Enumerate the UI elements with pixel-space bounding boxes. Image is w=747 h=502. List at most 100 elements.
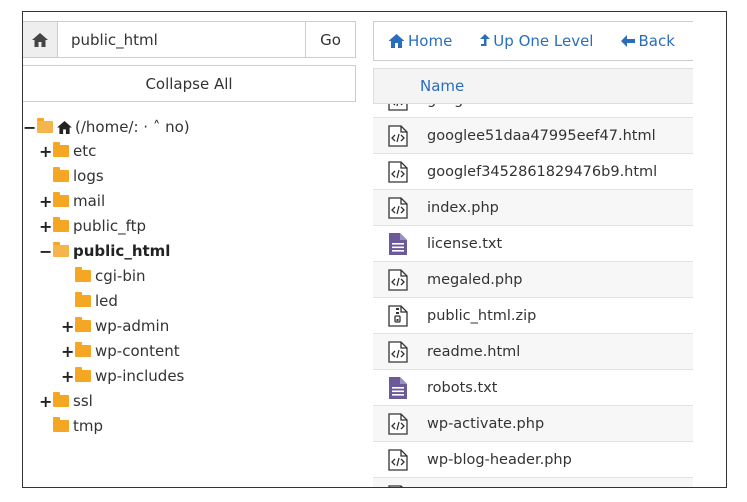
file-name[interactable]: googlee51daa47995eef47.html	[427, 128, 656, 144]
path-input[interactable]	[58, 22, 305, 57]
tree-item-logs[interactable]: logs	[39, 165, 104, 187]
code-file-icon	[383, 340, 413, 363]
home-icon	[388, 34, 405, 48]
folder-open-icon	[53, 242, 69, 257]
file-row[interactable]: googleeb5f0ecebbdeb8b.html	[373, 104, 693, 118]
file-row[interactable]: wp-activate.php	[373, 406, 693, 442]
home-icon	[57, 120, 72, 134]
back-button-label: Back	[638, 32, 675, 50]
tree-item-label: logs	[73, 167, 104, 185]
folder-icon	[53, 192, 69, 207]
file-name[interactable]: robots.txt	[427, 380, 497, 396]
file-row[interactable]: index.php	[373, 190, 693, 226]
file-name[interactable]: googleeb5f0ecebbdeb8b.html	[427, 104, 645, 108]
tree-item-wp-includes[interactable]: + wp-includes	[61, 365, 184, 387]
file-name[interactable]: googlef3452861829476b9.html	[427, 164, 657, 180]
folder-icon	[53, 167, 69, 182]
back-button[interactable]: Back	[621, 32, 675, 50]
expand-toggle[interactable]: +	[39, 392, 52, 411]
collapse-toggle[interactable]: −	[23, 118, 36, 137]
tree-item-mail[interactable]: + mail	[39, 190, 105, 212]
home-addon[interactable]	[23, 22, 58, 57]
folder-icon	[75, 367, 91, 382]
tree-item-label: etc	[73, 142, 97, 160]
folder-icon	[53, 217, 69, 232]
expand-toggle[interactable]: +	[39, 217, 52, 236]
tree-item-label: cgi-bin	[95, 267, 146, 285]
folder-open-icon	[37, 118, 53, 133]
tree-item-label: wp-admin	[95, 317, 170, 335]
file-row[interactable]: public_html.zip	[373, 298, 693, 334]
tree-item-public-ftp[interactable]: + public_ftp	[39, 215, 146, 237]
file-list-pane: Home Up One Level Back Name googleeb5f0e…	[373, 12, 726, 487]
arrow-left-icon	[621, 35, 636, 47]
tree-item-tmp[interactable]: tmp	[39, 415, 103, 437]
tree-item-ssl[interactable]: + ssl	[39, 390, 93, 412]
zip-file-icon	[383, 304, 413, 327]
text-file-icon	[383, 376, 413, 399]
expand-toggle[interactable]: +	[61, 367, 74, 386]
folder-icon	[75, 292, 91, 307]
code-file-icon	[383, 484, 413, 487]
code-file-icon	[383, 196, 413, 219]
name-column-header[interactable]: Name	[420, 77, 464, 95]
file-name[interactable]: wp-blog-header.php	[427, 452, 572, 468]
folder-icon	[53, 142, 69, 157]
home-icon	[32, 32, 48, 47]
tree-item-label: led	[95, 292, 118, 310]
go-button[interactable]: Go	[305, 22, 355, 57]
expand-toggle[interactable]: +	[39, 142, 52, 161]
tree-item-wp-admin[interactable]: + wp-admin	[61, 315, 169, 337]
tree-item-public-html[interactable]: − public_html	[39, 240, 170, 262]
tree-item-etc[interactable]: + etc	[39, 140, 96, 162]
expand-toggle[interactable]: +	[61, 342, 74, 361]
file-row[interactable]: readme.html	[373, 334, 693, 370]
code-file-icon	[383, 104, 413, 111]
file-name[interactable]: megaled.php	[427, 272, 523, 288]
file-manager-window: Go Collapse All − (/home/: · ˄ no) + etc	[22, 11, 727, 488]
file-name[interactable]: public_html.zip	[427, 308, 536, 324]
text-file-icon	[383, 232, 413, 255]
file-name[interactable]: index.php	[427, 200, 499, 216]
tree-item-label: mail	[73, 192, 106, 210]
file-name[interactable]: readme.html	[427, 344, 520, 360]
expand-toggle[interactable]: +	[39, 192, 52, 211]
tree-item-label: tmp	[73, 417, 104, 435]
tree-item-label: public_ftp	[73, 217, 147, 235]
expand-toggle[interactable]: +	[61, 317, 74, 336]
collapse-toggle[interactable]: −	[39, 242, 52, 261]
up-one-level-button[interactable]: Up One Level	[480, 32, 593, 50]
folder-icon	[75, 267, 91, 282]
tree-item-label: wp-includes	[95, 367, 185, 385]
home-button-label: Home	[408, 32, 453, 50]
folder-icon	[75, 317, 91, 332]
file-row[interactable]: wp-blog-header.php	[373, 442, 693, 478]
file-row[interactable]: license.txt	[373, 226, 693, 262]
file-row[interactable]: megaled.php	[373, 262, 693, 298]
up-one-level-label: Up One Level	[493, 32, 594, 50]
file-name[interactable]: license.txt	[427, 236, 502, 252]
tree-item-wp-content[interactable]: + wp-content	[61, 340, 180, 362]
file-row[interactable]: googlee51daa47995eef47.html	[373, 118, 693, 154]
code-file-icon	[383, 412, 413, 435]
tree-item-cgi-bin[interactable]: cgi-bin	[61, 265, 146, 287]
home-button[interactable]: Home	[388, 32, 452, 50]
directory-tree-pane: Go Collapse All − (/home/: · ˄ no) + etc	[23, 12, 363, 487]
code-file-icon	[383, 448, 413, 471]
tree-item-label: ssl	[73, 392, 93, 410]
file-row[interactable]: googlef3452861829476b9.html	[373, 154, 693, 190]
tree-item-led[interactable]: led	[61, 290, 118, 312]
folder-icon	[53, 392, 69, 407]
folder-icon	[53, 417, 69, 432]
tree-root[interactable]: − (/home/: · ˄ no)	[23, 116, 190, 138]
code-file-icon	[383, 268, 413, 291]
path-bar: Go	[23, 21, 356, 58]
tree-item-label: public_html	[73, 242, 171, 260]
file-name[interactable]: wp-activate.php	[427, 416, 544, 432]
folder-icon	[75, 342, 91, 357]
tree-item-label: wp-content	[95, 342, 180, 360]
collapse-all-button[interactable]: Collapse All	[23, 65, 356, 102]
file-row[interactable]: wp-comments-post.php	[373, 478, 693, 487]
file-row[interactable]: robots.txt	[373, 370, 693, 406]
code-file-icon	[383, 160, 413, 183]
